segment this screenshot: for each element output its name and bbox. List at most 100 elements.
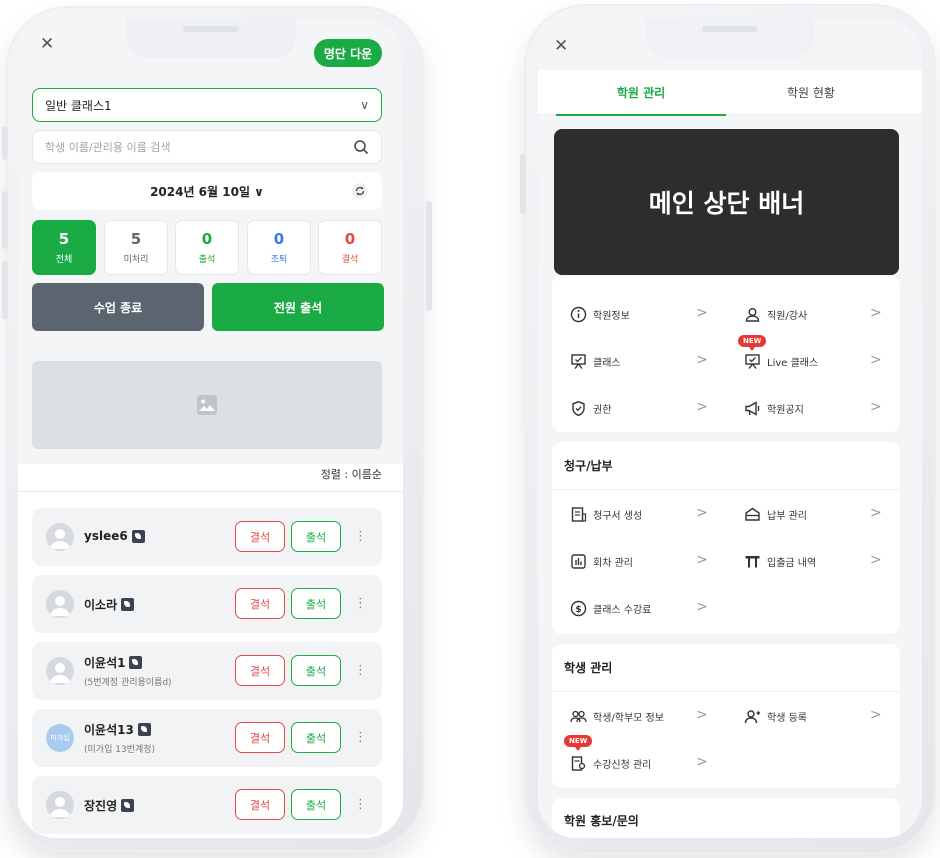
close-icon[interactable]: ✕ — [40, 36, 54, 53]
student-card[interactable]: 장진영 결석 출석 ⋮ — [32, 776, 382, 834]
chevron-right-icon: > — [696, 707, 708, 723]
sort-selector[interactable]: 정렬 : 이름순 — [278, 466, 382, 482]
enroll-icon — [571, 756, 586, 771]
menu-item-permission[interactable]: 권한 > — [570, 400, 708, 417]
attend-button[interactable]: 출석 — [291, 588, 341, 619]
menu-item-payment[interactable]: 납부 관리 > — [744, 506, 882, 523]
menu-item-live-class[interactable]: Live 클래스 > — [744, 353, 882, 370]
menu-item-label: 클래스 — [593, 358, 621, 369]
tab-academy-manage[interactable]: 학원 관리 — [556, 70, 726, 116]
absent-button[interactable]: 결석 — [235, 789, 285, 820]
all-attend-button[interactable]: 전원 출석 — [212, 283, 384, 331]
menu-item-student-register[interactable]: 학생 등록 > — [744, 708, 882, 725]
search-input[interactable]: 학생 이름/관리용 이름 검색 — [32, 130, 382, 164]
section-title: 학원 홍보/문의 — [564, 813, 639, 828]
chevron-right-icon: > — [696, 352, 708, 368]
chevron-right-icon: > — [870, 399, 882, 415]
right-phone-frame: ✕ 학원 관리 학원 현황 메인 상단 배너 학원정보 > 직원/강사 > 클래… — [520, 4, 936, 854]
attend-button[interactable]: 출석 — [291, 521, 341, 552]
tab-academy-status[interactable]: 학원 현황 — [726, 70, 896, 115]
menu-item-academy-info[interactable]: 학원정보 > — [570, 306, 708, 323]
menu-item-label: 학생/학부모 정보 — [593, 713, 664, 724]
student-name: 장진영 — [84, 797, 135, 814]
student-name-text: 이소라 — [84, 598, 118, 612]
more-options-icon[interactable]: ⋮ — [354, 530, 367, 543]
student-sub-name: (5번계정 관리용이름d) — [84, 678, 172, 688]
person-add-icon — [744, 710, 760, 724]
new-badge: NEW — [738, 335, 767, 351]
class-select[interactable]: 일반 클래스1 ∨ — [32, 88, 382, 122]
stat-count: 0 — [344, 230, 356, 248]
chevron-right-icon: > — [696, 505, 708, 521]
menu-item-enrollment[interactable]: 수강신청 관리 > — [570, 755, 708, 772]
chevron-right-icon: > — [696, 599, 708, 615]
menu-item-class-fee[interactable]: $ 클래스 수강료 > — [570, 600, 708, 617]
chevron-right-icon: > — [696, 399, 708, 415]
avatar — [46, 523, 74, 551]
image-icon — [197, 395, 217, 415]
search-icon[interactable] — [353, 139, 369, 155]
menu-item-class[interactable]: 클래스 > — [570, 353, 708, 370]
student-card[interactable]: 이소라 결석 출석 ⋮ — [32, 575, 382, 633]
refresh-icon[interactable] — [352, 183, 368, 199]
divider — [18, 491, 403, 492]
coin-icon: $ — [570, 600, 587, 617]
stat-attend[interactable]: 0 출석 — [175, 220, 239, 275]
main-top-banner[interactable]: 메인 상단 배너 — [554, 129, 899, 275]
screenshot-stage: ✕ 명단 다운 일반 클래스1 ∨ 학생 이름/관리용 이름 검색 2024년 … — [0, 0, 940, 858]
attend-button[interactable]: 출석 — [291, 655, 341, 686]
menu-item-staff[interactable]: 직원/강사 > — [744, 306, 882, 323]
student-card[interactable]: 미가입 이윤석13 (미가입 13번계정) 결석 출석 ⋮ — [32, 709, 382, 767]
phone-icon[interactable] — [121, 799, 135, 812]
more-options-icon[interactable]: ⋮ — [354, 731, 367, 744]
student-name: 이소라 — [84, 596, 135, 613]
svg-text:$: $ — [575, 605, 581, 615]
menu-item-student-parent-info[interactable]: 학생/학부모 정보 > — [570, 708, 708, 725]
stat-early-leave[interactable]: 0 조퇴 — [247, 220, 311, 275]
chevron-right-icon: > — [870, 505, 882, 521]
avatar: 미가입 — [46, 724, 74, 752]
stat-unprocessed[interactable]: 5 미처리 — [104, 220, 168, 275]
menu-item-label: 입출금 내역 — [767, 558, 817, 569]
stat-absent[interactable]: 0 결석 — [318, 220, 382, 275]
student-name-text: yslee6 — [84, 529, 128, 543]
menu-item-transactions[interactable]: 입출금 내역 > — [744, 553, 882, 570]
chevron-right-icon: > — [696, 305, 708, 321]
shield-icon — [572, 401, 585, 417]
stat-label: 미처리 — [123, 255, 149, 265]
phone-icon[interactable] — [129, 656, 143, 669]
menu-item-label: 학생 등록 — [767, 713, 807, 724]
phone-icon[interactable] — [131, 529, 145, 543]
more-options-icon[interactable]: ⋮ — [354, 798, 367, 811]
attend-button[interactable]: 출석 — [291, 722, 341, 753]
absent-button[interactable]: 결석 — [235, 588, 285, 619]
absent-button[interactable]: 결석 — [235, 655, 285, 686]
end-class-button[interactable]: 수업 종료 — [32, 283, 204, 331]
absent-button[interactable]: 결석 — [235, 521, 285, 552]
stat-label: 전체 — [55, 255, 73, 265]
stat-count: 5 — [130, 230, 142, 248]
student-name: 이윤석13 — [84, 721, 151, 738]
more-options-icon[interactable]: ⋮ — [354, 597, 367, 610]
menu-item-label: 권한 — [593, 405, 612, 416]
menu-item-create-invoice[interactable]: 청구서 생성 > — [570, 506, 708, 523]
student-card[interactable]: 이윤석1 (5번계정 관리용이름d) 결석 출석 ⋮ — [32, 642, 382, 700]
absent-button[interactable]: 결석 — [235, 722, 285, 753]
phone-icon[interactable] — [137, 723, 151, 736]
class-select-value: 일반 클래스1 — [45, 98, 112, 113]
more-options-icon[interactable]: ⋮ — [354, 664, 367, 677]
student-name-text: 장진영 — [84, 799, 118, 813]
close-icon[interactable]: ✕ — [554, 38, 568, 55]
menu-item-notice[interactable]: 학원공지 > — [744, 400, 882, 417]
download-roster-button[interactable]: 명단 다운 — [314, 39, 382, 67]
menu-item-round[interactable]: 회차 관리 > — [570, 553, 708, 570]
chevron-right-icon: > — [696, 754, 708, 770]
stat-total[interactable]: 5 전체 — [32, 220, 96, 275]
people-icon — [570, 710, 587, 723]
date-selector[interactable]: 2024년 6월 10일 ∨ — [32, 172, 382, 210]
attend-button[interactable]: 출석 — [291, 789, 341, 820]
phone-icon[interactable] — [121, 598, 135, 611]
notch — [126, 18, 296, 58]
info-icon — [570, 306, 587, 323]
student-card[interactable]: yslee6 결석 출석 ⋮ — [32, 508, 382, 566]
